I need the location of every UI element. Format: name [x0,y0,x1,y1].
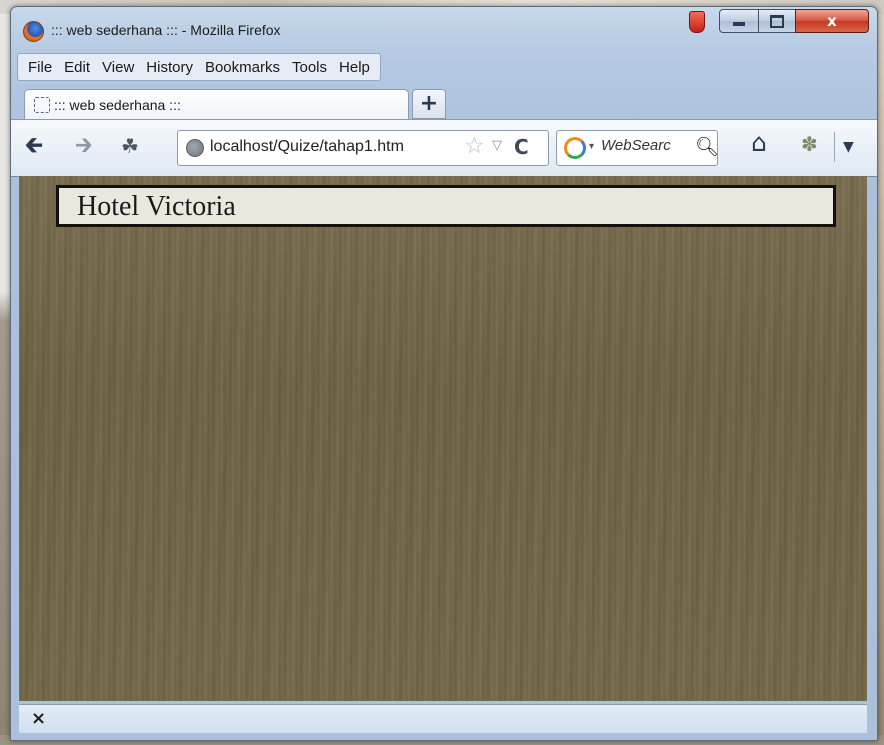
page-title: Hotel Victoria [77,191,236,222]
reload-icon[interactable]: C [514,135,529,159]
menu-help[interactable]: Help [333,59,376,76]
history-dropdown-icon[interactable]: ▽ [492,138,502,153]
firefox-logo-icon[interactable] [23,21,44,42]
close-icon[interactable]: × [31,708,46,729]
url-bar[interactable]: localhost/Quize/tahap1.htm ☆ ▽ C [177,130,549,166]
tab-web-sederhana[interactable]: ::: web sederhana ::: [24,89,409,120]
new-tab-button[interactable]: + [412,89,446,119]
menu-bookmarks[interactable]: Bookmarks [199,59,286,76]
search-engine-icon[interactable] [564,137,586,159]
toolbar-separator [834,132,835,162]
url-text[interactable]: localhost/Quize/tahap1.htm [210,138,404,156]
minimize-icon [733,22,745,26]
minimize-button[interactable] [719,9,759,33]
page-header-box: Hotel Victoria [56,185,836,227]
search-input[interactable] [601,137,691,154]
navigation-toolbar: 🡰 🡲 ☘ localhost/Quize/tahap1.htm ☆ ▽ C ▾… [11,119,877,177]
forward-arrow-icon[interactable]: 🡲 [75,135,93,157]
home-icon[interactable]: ⌂ [751,130,767,155]
maximize-button[interactable] [758,9,796,33]
menu-tools[interactable]: Tools [286,59,333,76]
close-button[interactable]: x [795,9,869,33]
search-engine-dropdown-icon[interactable]: ▾ [589,141,594,152]
title-bar[interactable]: ::: web sederhana ::: - Mozilla Firefox … [11,7,877,51]
addon-icon[interactable]: ✽ [801,133,818,155]
menu-history[interactable]: History [140,59,199,76]
tab-title: ::: web sederhana ::: [54,97,181,113]
page-content: Hotel Victoria [19,176,867,701]
maximize-icon [770,15,784,28]
search-box[interactable]: ▾ 🔍︎ [556,130,719,166]
globe-icon[interactable] [186,139,204,157]
addon-bar: × [19,704,867,733]
identity-icon[interactable]: ☘ [121,135,139,157]
page-favicon-icon [34,97,50,113]
menu-edit[interactable]: Edit [58,59,96,76]
magnifier-icon[interactable]: 🔍︎ [695,135,719,158]
menu-file[interactable]: File [22,59,58,76]
star-icon[interactable]: ☆ [464,133,485,159]
chevron-down-icon[interactable]: ▼ [843,136,854,158]
shield-icon[interactable] [689,11,705,33]
browser-window: ::: web sederhana ::: - Mozilla Firefox … [10,6,878,741]
menu-view[interactable]: View [96,59,140,76]
window-title: ::: web sederhana ::: - Mozilla Firefox [51,22,281,38]
back-arrow-icon[interactable]: 🡰 [25,135,43,157]
menu-bar: File Edit View History Bookmarks Tools H… [17,53,381,81]
